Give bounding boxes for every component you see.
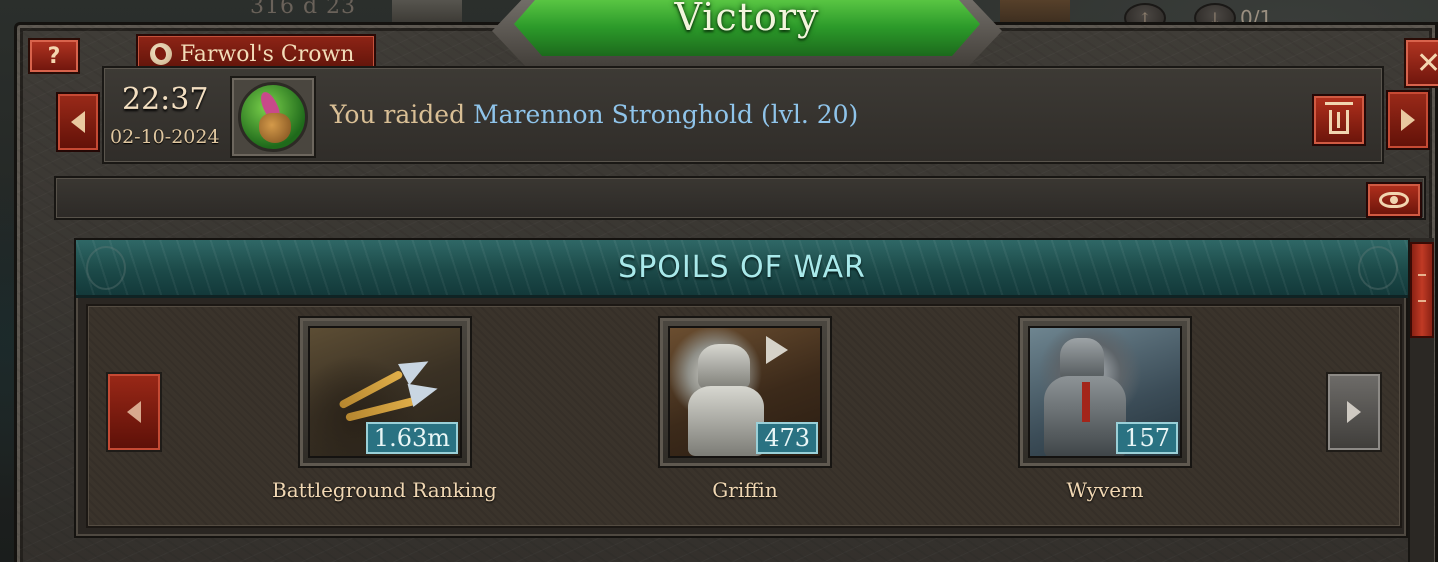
spoils-prev-button[interactable] xyxy=(106,372,162,452)
report-message: You raided Marennon Stronghold (lvl. 20) xyxy=(330,100,858,129)
map-overlay-text: 316 d 23 xyxy=(250,0,357,19)
spoils-next-button[interactable] xyxy=(1326,372,1382,452)
arrows-icon: 1.63m xyxy=(308,326,462,458)
kingdom-name: Farwol's Crown xyxy=(180,41,355,67)
delete-report-button[interactable] xyxy=(1312,94,1366,146)
spoils-header: SPOILS OF WAR xyxy=(76,240,1408,298)
wyvern-unit-icon: 157 xyxy=(1028,326,1182,458)
griffin-unit-icon: 473 xyxy=(668,326,822,458)
raid-target-link[interactable]: Marennon Stronghold (lvl. 20) xyxy=(473,100,858,129)
scrollbar-thumb[interactable] xyxy=(1410,242,1434,338)
chevron-left-icon xyxy=(71,111,85,133)
raid-loot-icon xyxy=(230,76,316,158)
trash-icon xyxy=(1325,102,1353,134)
globe-icon xyxy=(150,43,172,65)
victory-title: Victory xyxy=(674,0,820,39)
details-strip xyxy=(54,176,1426,220)
next-report-button[interactable] xyxy=(1386,90,1430,150)
reward-quantity: 157 xyxy=(1116,422,1178,454)
chevron-right-icon xyxy=(1347,401,1361,423)
reward-name: Wyvern xyxy=(1066,478,1144,502)
toggle-view-button[interactable] xyxy=(1366,182,1422,218)
ornament-left-icon xyxy=(86,246,126,290)
ornament-right-icon xyxy=(1358,246,1398,290)
close-button[interactable]: ✕ xyxy=(1404,38,1438,88)
reward-quantity: 1.63m xyxy=(365,422,458,454)
spoils-title: SPOILS OF WAR xyxy=(618,250,866,285)
report-time: 22:37 xyxy=(122,82,209,117)
reward-item[interactable]: 157 xyxy=(1018,316,1192,468)
reward-quantity: 473 xyxy=(756,422,818,454)
reward-name: Griffin xyxy=(712,478,778,502)
report-message-prefix: You raided xyxy=(330,100,466,129)
reward-item[interactable]: 1.63m xyxy=(298,316,472,468)
chevron-right-icon xyxy=(1401,109,1415,131)
chevron-left-icon xyxy=(127,401,141,423)
help-button[interactable]: ? xyxy=(28,38,80,74)
eye-icon xyxy=(1379,192,1409,208)
report-date: 02-10-2024 xyxy=(110,126,220,148)
reward-name: Battleground Ranking xyxy=(272,478,497,502)
reward-item[interactable]: 473 xyxy=(658,316,832,468)
previous-report-button[interactable] xyxy=(56,92,100,152)
victory-banner: Victory xyxy=(492,0,1002,74)
